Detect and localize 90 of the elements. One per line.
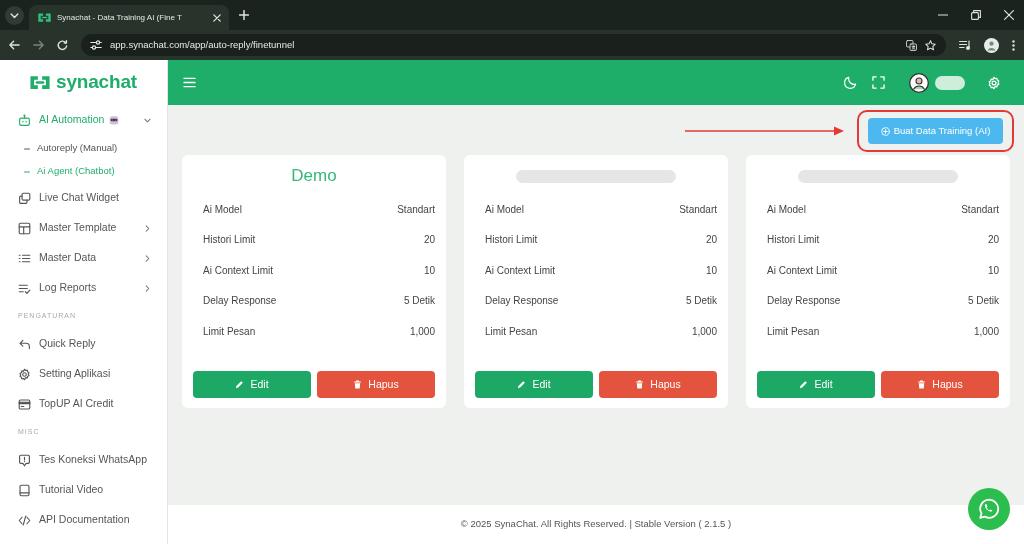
robot-icon xyxy=(18,113,31,127)
blurred-user-name xyxy=(935,75,965,90)
delete-button[interactable]: Hapus xyxy=(317,371,435,398)
field-label: Histori Limit xyxy=(767,233,820,248)
back-icon[interactable] xyxy=(9,40,20,50)
chat-windows-icon xyxy=(18,191,31,205)
sidebar-item[interactable]: TopUP AI Credit xyxy=(0,389,167,419)
new-tab-icon[interactable] xyxy=(239,10,249,20)
field-label: Delay Response xyxy=(203,294,277,309)
bookmark-star-icon[interactable] xyxy=(925,39,936,51)
dash-icon xyxy=(24,147,30,150)
field-label: Ai Model xyxy=(767,202,806,217)
field-label: Limit Pesan xyxy=(767,324,820,339)
field-label: Ai Context Limit xyxy=(767,263,838,278)
pencil-icon xyxy=(235,380,245,389)
field-value: Standart xyxy=(679,202,717,217)
plus-circle-icon xyxy=(880,126,890,136)
pencil-icon xyxy=(799,380,809,389)
field-value: 1,000 xyxy=(973,324,999,339)
tab-list-icon[interactable] xyxy=(5,5,24,25)
field-value: 1,000 xyxy=(691,324,717,339)
delete-button[interactable]: Hapus xyxy=(599,371,717,398)
robot-emoji-icon xyxy=(109,115,120,125)
logo-icon xyxy=(30,74,51,91)
sidebar-item[interactable]: Quick Reply xyxy=(0,329,167,359)
reload-icon[interactable] xyxy=(57,39,68,51)
submenu-item[interactable]: Autoreply (Manual) xyxy=(0,137,167,160)
field-label: Delay Response xyxy=(485,294,559,309)
field-label: Ai Model xyxy=(485,202,524,217)
field-value: 5 Detik xyxy=(967,294,999,309)
settings-icon xyxy=(18,367,31,381)
trash-icon xyxy=(917,380,927,389)
trash-icon xyxy=(635,380,645,389)
field-value: Standart xyxy=(961,202,999,217)
field-value: 5 Detik xyxy=(403,294,435,309)
field-label: Delay Response xyxy=(767,294,841,309)
sidebar-item[interactable]: Master Data xyxy=(0,243,167,273)
field-label: Ai Model xyxy=(203,202,242,217)
logo-icon xyxy=(38,12,51,23)
sidebar-item[interactable]: Log Reports xyxy=(0,273,167,303)
field-label: Limit Pesan xyxy=(203,324,256,339)
field-label: Ai Context Limit xyxy=(485,263,556,278)
sidebar-item[interactable]: API Documentation xyxy=(0,505,167,535)
menu-icon[interactable] xyxy=(183,77,196,88)
site-settings-icon[interactable] xyxy=(90,40,102,50)
field-label: Ai Context Limit xyxy=(203,263,274,278)
sidebar-item[interactable]: Master Template xyxy=(0,213,167,243)
field-value: 10 xyxy=(423,263,435,278)
reply-icon xyxy=(18,337,31,351)
credit-card-icon xyxy=(18,397,31,411)
field-label: Limit Pesan xyxy=(485,324,538,339)
browser-tab[interactable]: Synachat - Data Training AI (Fine T xyxy=(29,5,229,30)
logo-text: synachat xyxy=(56,72,137,93)
restore-icon[interactable] xyxy=(971,10,981,20)
settings-icon[interactable] xyxy=(987,75,1001,90)
footer-text: © 2025 SynaChat. All Rights Reserved. | Stable Version ( 2.1.5 ) xyxy=(460,517,732,532)
book-icon xyxy=(18,483,31,497)
field-label: Histori Limit xyxy=(203,233,256,248)
field-value: 5 Detik xyxy=(685,294,717,309)
profile-avatar-icon[interactable] xyxy=(984,37,999,53)
code-icon xyxy=(18,513,31,527)
delete-button[interactable]: Hapus xyxy=(881,371,999,398)
layout-icon xyxy=(18,221,31,235)
field-value: 1,000 xyxy=(409,324,435,339)
field-value: 10 xyxy=(705,263,717,278)
sidebar-item[interactable]: Tutorial Video xyxy=(0,475,167,505)
field-value: 20 xyxy=(705,233,717,248)
avatar-icon[interactable] xyxy=(909,72,929,93)
more-menu-icon[interactable] xyxy=(1012,39,1015,51)
close-tab-icon[interactable] xyxy=(213,13,221,22)
sidebar-item[interactable]: Tes Koneksi WhatsApp xyxy=(0,445,167,475)
dark-mode-moon-icon[interactable] xyxy=(844,76,857,89)
phone-bubble-icon xyxy=(977,497,1001,521)
dash-icon xyxy=(24,170,30,173)
field-value: 10 xyxy=(987,263,999,278)
sidebar-item[interactable]: Live Chat Widget xyxy=(0,183,167,213)
trash-icon xyxy=(353,380,363,389)
pencil-icon xyxy=(517,380,527,389)
close-icon[interactable] xyxy=(1004,10,1014,20)
media-queue-icon[interactable] xyxy=(959,40,971,50)
field-label: Histori Limit xyxy=(485,233,538,248)
message-alert-icon xyxy=(18,453,31,467)
field-value: 20 xyxy=(987,233,999,248)
translate-icon[interactable] xyxy=(906,39,917,51)
card-title: Demo xyxy=(290,165,338,187)
address-field[interactable]: app.synachat.com/app/auto-reply/finetunnel xyxy=(81,34,946,56)
forward-icon[interactable] xyxy=(33,40,44,50)
field-value: Standart xyxy=(397,202,435,217)
sidebar-item[interactable]: Setting Aplikasi xyxy=(0,359,167,389)
field-value: 20 xyxy=(423,233,435,248)
